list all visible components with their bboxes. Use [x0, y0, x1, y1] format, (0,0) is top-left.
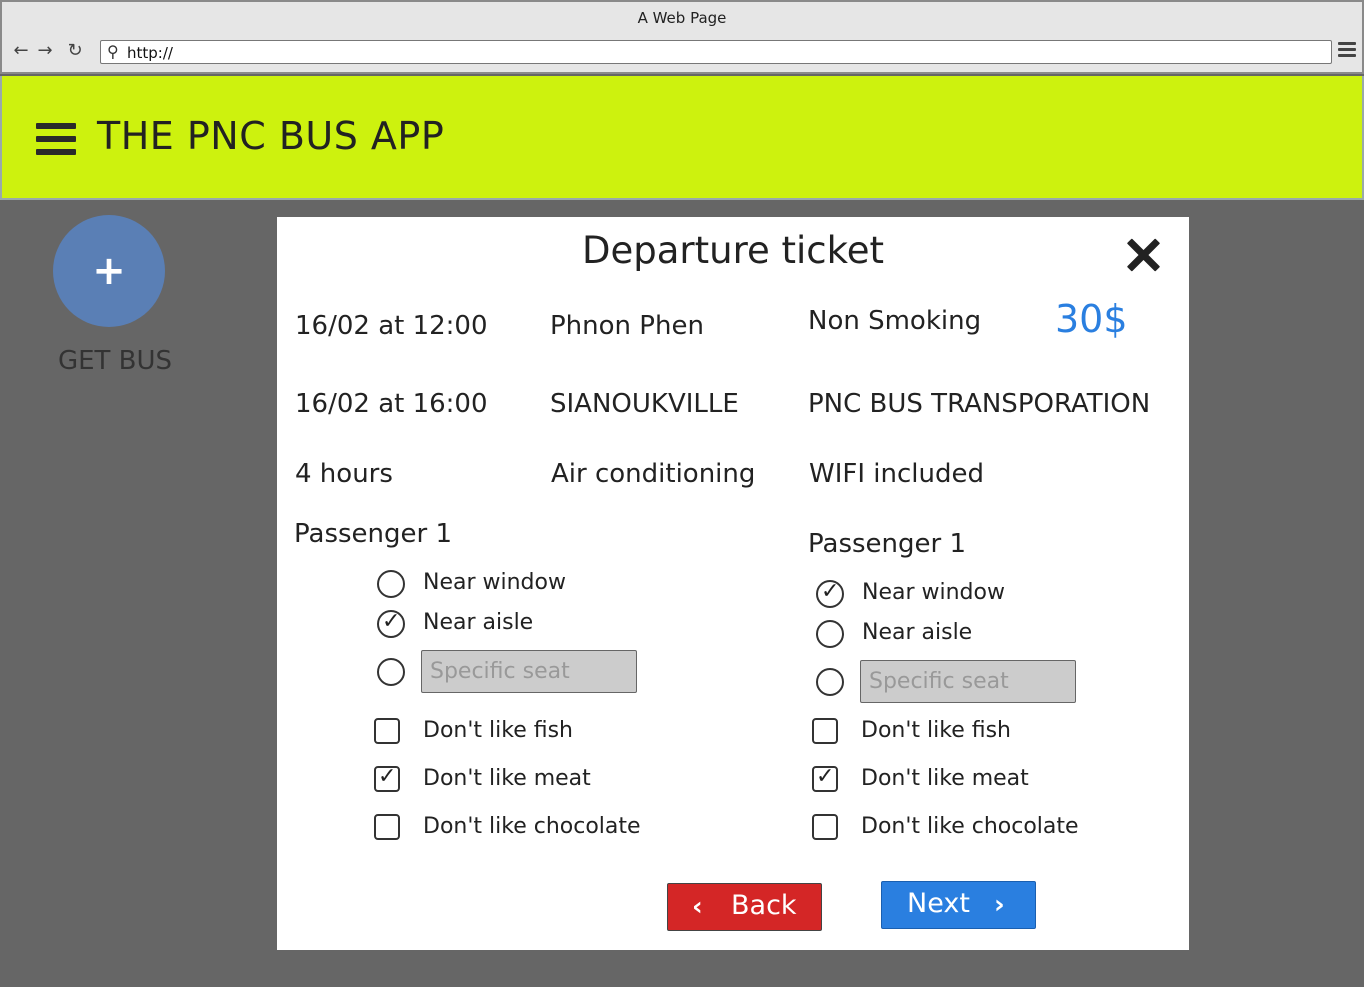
browser-title-bar: A Web Page	[0, 0, 1364, 32]
near-window-label: Near window	[423, 570, 566, 595]
no-chocolate-checkbox[interactable]	[812, 814, 838, 840]
trip-duration: 4 hours	[295, 459, 393, 489]
browser-nav-bar: ← → ↻ ⚲ http://	[0, 32, 1364, 74]
address-bar[interactable]: ⚲ http://	[100, 40, 1332, 64]
dialog-title: Departure ticket	[581, 229, 885, 272]
app-header: THE PNC BUS APP	[0, 76, 1364, 200]
departure-ticket-dialog: Departure ticket 16/02 at 12:00 Phnon Ph…	[277, 217, 1189, 950]
no-chocolate-label: Don't like chocolate	[861, 814, 1079, 839]
next-button[interactable]: Next ›	[881, 881, 1036, 929]
smoking-status: Non Smoking	[808, 306, 982, 336]
passenger-heading: Passenger 1	[294, 519, 453, 549]
ticket-price: 30$	[1055, 297, 1128, 341]
browser-title: A Web Page	[637, 9, 727, 27]
near-aisle-label: Near aisle	[423, 610, 534, 635]
arrow-right-icon[interactable]: →	[34, 40, 56, 62]
reload-icon[interactable]: ↻	[64, 40, 86, 62]
near-aisle-label: Near aisle	[862, 620, 973, 645]
wifi-info: WIFI included	[809, 459, 984, 489]
arrow-left-icon[interactable]: ←	[10, 40, 32, 62]
specific-seat-input[interactable]	[860, 660, 1076, 703]
bus-company: PNC BUS TRANSPORATION	[808, 389, 1151, 419]
no-meat-label: Don't like meat	[861, 766, 1029, 791]
no-fish-checkbox[interactable]	[812, 718, 838, 744]
near-aisle-radio[interactable]	[377, 609, 405, 638]
back-button[interactable]: ‹ Back	[667, 883, 822, 931]
chevron-left-icon: ‹	[692, 892, 703, 922]
search-icon: ⚲	[107, 42, 119, 61]
no-fish-label: Don't like fish	[423, 718, 573, 743]
app-title: THE PNC BUS APP	[97, 114, 445, 158]
plus-icon: +	[92, 248, 126, 294]
passenger-heading: Passenger 1	[808, 529, 967, 559]
no-chocolate-label: Don't like chocolate	[423, 814, 641, 839]
no-fish-checkbox[interactable]	[374, 718, 400, 744]
address-text: http://	[127, 44, 173, 62]
near-window-radio[interactable]	[377, 570, 405, 598]
menu-icon[interactable]	[1338, 42, 1356, 58]
specific-seat-radio[interactable]	[377, 658, 405, 686]
no-meat-checkbox[interactable]	[812, 764, 838, 792]
no-meat-label: Don't like meat	[423, 766, 591, 791]
no-meat-checkbox[interactable]	[374, 764, 400, 792]
chevron-right-icon: ›	[994, 890, 1005, 920]
specific-seat-radio[interactable]	[816, 668, 844, 696]
no-fish-label: Don't like fish	[861, 718, 1011, 743]
no-chocolate-checkbox[interactable]	[374, 814, 400, 840]
hamburger-icon[interactable]	[36, 123, 76, 155]
close-icon[interactable]	[1123, 235, 1163, 275]
get-bus-label: GET BUS	[57, 346, 173, 376]
arrival-time: 16/02 at 16:00	[295, 389, 488, 419]
get-bus-button[interactable]: +	[53, 215, 165, 327]
origin-city: Phnon Phen	[550, 311, 704, 341]
near-aisle-radio[interactable]	[816, 620, 844, 648]
back-button-label: Back	[731, 890, 797, 921]
next-button-label: Next	[907, 888, 970, 919]
near-window-label: Near window	[862, 580, 1005, 605]
air-conditioning: Air conditioning	[551, 459, 756, 489]
specific-seat-input[interactable]	[421, 650, 637, 693]
departure-time: 16/02 at 12:00	[295, 311, 488, 341]
destination-city: SIANOUKVILLE	[550, 389, 739, 419]
near-window-radio[interactable]	[816, 579, 844, 608]
